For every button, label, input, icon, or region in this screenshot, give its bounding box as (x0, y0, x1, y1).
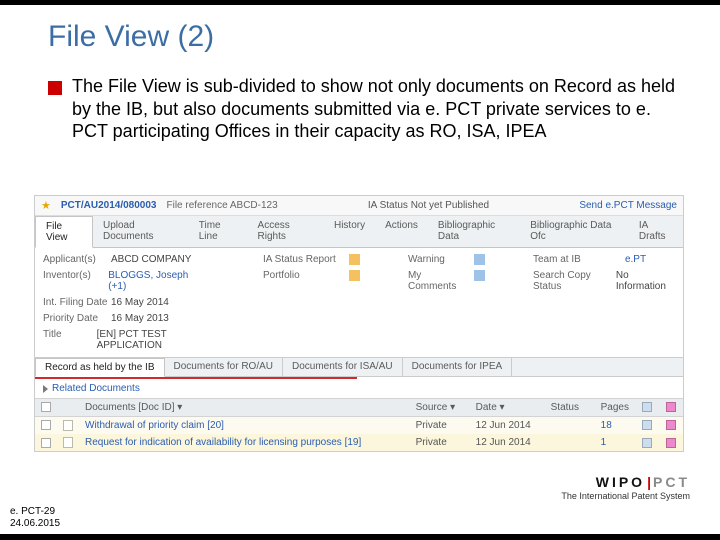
label-warning: Warning (408, 254, 472, 265)
col-date[interactable]: Date ▾ (470, 399, 545, 417)
info-panel: Applicant(s)ABCD COMPANY Inventor(s)BLOG… (35, 248, 683, 357)
tab-bib-data-ofc[interactable]: Bibliographic Data Ofc (520, 216, 629, 247)
row-checkbox[interactable] (41, 438, 51, 448)
send-message-link[interactable]: Send e.PCT Message (579, 200, 677, 211)
doc-source: Private (410, 434, 470, 451)
table-row[interactable]: Withdrawal of priority claim [20] Privat… (35, 417, 683, 435)
disclosure-triangle-icon (43, 385, 48, 393)
label-applicants: Applicant(s) (43, 254, 111, 265)
pct-logo: PCT (653, 474, 690, 490)
related-documents-label: Related Documents (52, 383, 140, 394)
bullet-marker (48, 81, 62, 95)
record-sub-tabs: Record as held by the IB Documents for R… (35, 357, 683, 377)
subtab-record-ib[interactable]: Record as held by the IB (35, 358, 165, 377)
warning-icon[interactable] (474, 254, 485, 265)
tagline: The International Patent System (561, 492, 690, 502)
ia-status: IA Status Not yet Published (368, 200, 489, 211)
doc-status (545, 434, 595, 451)
subtab-ipea[interactable]: Documents for IPEA (403, 358, 513, 376)
doc-date: 12 Jun 2014 (470, 417, 545, 435)
table-row[interactable]: Request for indication of availability f… (35, 434, 683, 451)
doc-name[interactable]: Withdrawal of priority claim [20] (79, 417, 410, 435)
action-header-icon[interactable] (666, 402, 676, 412)
doc-pages[interactable]: 1 (595, 434, 635, 451)
doc-source: Private (410, 417, 470, 435)
row-checkbox[interactable] (41, 420, 51, 430)
value-priority-date: 16 May 2013 (111, 313, 169, 324)
app-header: ★ PCT/AU2014/080003 File reference ABCD-… (35, 196, 683, 216)
label-ia-status-report: IA Status Report (263, 254, 347, 265)
table-header-row: Documents [Doc ID] ▾ Source ▾ Date ▾ Sta… (35, 399, 683, 417)
related-documents-toggle[interactable]: Related Documents (35, 379, 683, 398)
footer-date: 24.06.2015 (10, 518, 60, 530)
document-icon[interactable] (63, 437, 73, 448)
value-inventors[interactable]: BLOGGS, Joseph (+1) (108, 270, 205, 292)
branding: WIPO|PCT The International Patent System (561, 474, 690, 502)
tab-file-view[interactable]: File View (35, 216, 93, 248)
subtab-isa-au[interactable]: Documents for ISA/AU (283, 358, 403, 376)
doc-name[interactable]: Request for indication of availability f… (79, 434, 410, 451)
doc-status (545, 417, 595, 435)
label-search-copy: Search Copy Status (533, 270, 616, 292)
bullet-text: The File View is sub-divided to show not… (72, 75, 680, 143)
document-icon[interactable] (349, 254, 360, 265)
wipo-logo: WIPO (596, 474, 645, 490)
star-icon[interactable]: ★ (41, 199, 51, 212)
col-status[interactable]: Status (545, 399, 595, 417)
col-source[interactable]: Source ▾ (410, 399, 470, 417)
folder-icon[interactable] (349, 270, 360, 281)
download-icon[interactable] (642, 438, 652, 448)
comment-icon[interactable] (474, 270, 485, 281)
doc-pages[interactable]: 18 (595, 417, 635, 435)
doc-date: 12 Jun 2014 (470, 434, 545, 451)
delete-icon[interactable] (666, 438, 676, 448)
label-portfolio: Portfolio (263, 270, 347, 281)
main-tabs: File View Upload Documents Time Line Acc… (35, 216, 683, 248)
value-title: [EN] PCT TEST APPLICATION (97, 329, 205, 351)
label-team-ib: Team at IB (533, 254, 625, 265)
slide-title: File View (2) (48, 20, 214, 54)
tab-ia-drafts[interactable]: IA Drafts (629, 216, 683, 247)
pct-id[interactable]: PCT/AU2014/080003 (61, 200, 157, 211)
file-reference: File reference ABCD-123 (167, 200, 278, 211)
tab-history[interactable]: History (324, 216, 375, 247)
tab-time-line[interactable]: Time Line (189, 216, 248, 247)
epct-screenshot: ★ PCT/AU2014/080003 File reference ABCD-… (34, 195, 684, 452)
tab-upload-documents[interactable]: Upload Documents (93, 216, 189, 247)
label-comments: My Comments (408, 270, 472, 292)
footer-code: e. PCT-29 (10, 506, 60, 518)
label-filing-date: Int. Filing Date (43, 297, 111, 308)
tab-actions[interactable]: Actions (375, 216, 428, 247)
tab-bib-data[interactable]: Bibliographic Data (428, 216, 520, 247)
slide-footer: e. PCT-29 24.06.2015 (6, 504, 64, 532)
download-icon[interactable] (642, 420, 652, 430)
label-priority-date: Priority Date (43, 313, 111, 324)
value-applicants: ABCD COMPANY (111, 254, 191, 265)
select-all-checkbox[interactable] (41, 402, 51, 412)
label-inventors: Inventor(s) (43, 270, 108, 292)
value-filing-date: 16 May 2014 (111, 297, 169, 308)
value-team-ib[interactable]: e.PT (625, 254, 646, 265)
bullet-block: The File View is sub-divided to show not… (48, 75, 680, 143)
col-pages[interactable]: Pages (595, 399, 635, 417)
tab-access-rights[interactable]: Access Rights (248, 216, 324, 247)
label-title: Title (43, 329, 97, 351)
value-search-copy: No Information (616, 270, 675, 292)
documents-table: Documents [Doc ID] ▾ Source ▾ Date ▾ Sta… (35, 398, 683, 451)
document-icon[interactable] (63, 420, 73, 431)
col-documents[interactable]: Documents [Doc ID] ▾ (79, 399, 410, 417)
download-header-icon[interactable] (642, 402, 652, 412)
delete-icon[interactable] (666, 420, 676, 430)
subtab-ro-au[interactable]: Documents for RO/AU (165, 358, 283, 376)
